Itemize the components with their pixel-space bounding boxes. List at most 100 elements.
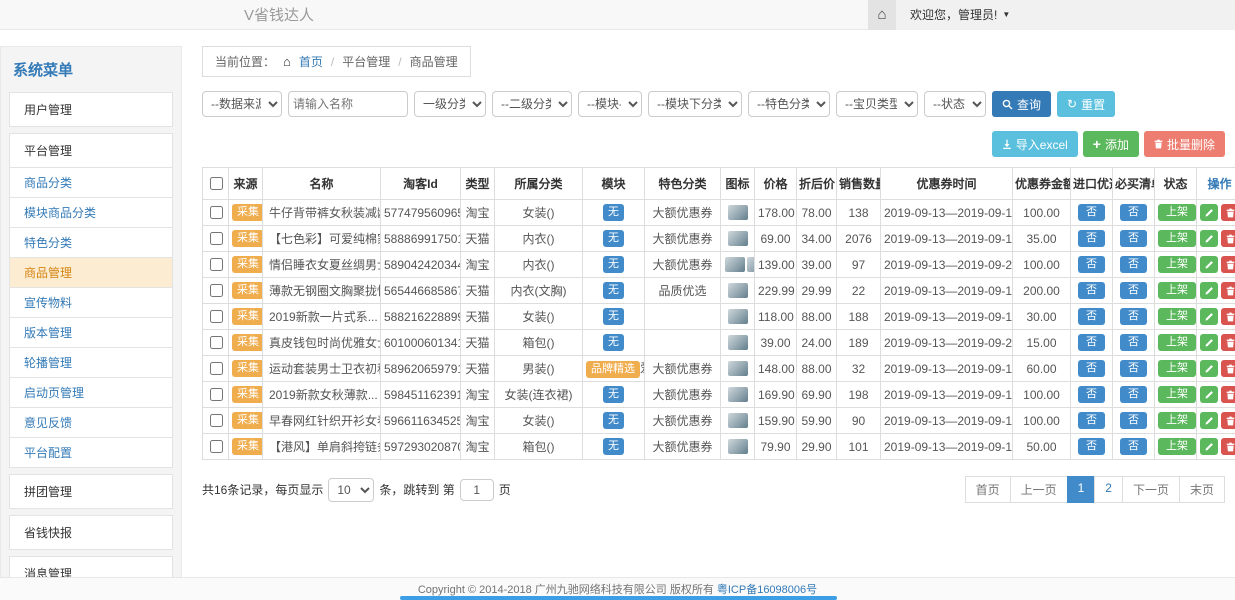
edit-button[interactable] (1200, 412, 1218, 429)
delete-button[interactable] (1221, 204, 1235, 221)
status-toggle[interactable]: 上架 (1158, 282, 1196, 299)
sidebar-item[interactable]: 轮播管理 (9, 348, 173, 378)
icp-link[interactable]: 粤ICP备16098006号 (717, 581, 817, 597)
must-buy-toggle[interactable]: 否 (1120, 334, 1147, 351)
delete-button[interactable] (1221, 386, 1235, 403)
row-checkbox[interactable] (210, 232, 223, 245)
page-button[interactable]: 上一页 (1010, 476, 1068, 503)
filter-select[interactable]: --数据来源-- (202, 91, 282, 117)
sidebar-item[interactable]: 拼团管理 (9, 474, 173, 509)
reset-button[interactable]: ↻ 重置 (1057, 91, 1115, 117)
sidebar-item[interactable]: 宣传物料 (9, 288, 173, 318)
delete-button[interactable] (1221, 438, 1235, 455)
status-toggle[interactable]: 上架 (1158, 360, 1196, 377)
row-checkbox[interactable] (210, 310, 223, 323)
filter-select[interactable]: --二级分类-- (492, 91, 572, 117)
row-checkbox[interactable] (210, 362, 223, 375)
must-buy-toggle[interactable]: 否 (1120, 256, 1147, 273)
page-button[interactable]: 1 (1067, 476, 1096, 503)
row-checkbox[interactable] (210, 284, 223, 297)
horizontal-scrollbar-thumb[interactable] (400, 596, 837, 600)
status-toggle[interactable]: 上架 (1158, 386, 1196, 403)
import-toggle[interactable]: 否 (1078, 256, 1105, 273)
sidebar-item[interactable]: 版本管理 (9, 318, 173, 348)
status-toggle[interactable]: 上架 (1158, 412, 1196, 429)
sidebar-item[interactable]: 商品管理 (9, 258, 173, 288)
edit-button[interactable] (1200, 438, 1218, 455)
page-button[interactable]: 下一页 (1122, 476, 1180, 503)
sidebar-item[interactable]: 意见反馈 (9, 408, 173, 438)
edit-button[interactable] (1200, 204, 1218, 221)
row-checkbox[interactable] (210, 440, 223, 453)
user-menu[interactable]: 欢迎您，管理员! ▼ (910, 6, 1010, 23)
delete-button[interactable] (1221, 256, 1235, 273)
status-toggle[interactable]: 上架 (1158, 334, 1196, 351)
search-button[interactable]: 查询 (992, 91, 1051, 117)
filter-select[interactable]: --宝贝类型-- (836, 91, 918, 117)
import-toggle[interactable]: 否 (1078, 334, 1105, 351)
status-toggle[interactable]: 上架 (1158, 230, 1196, 247)
delete-button[interactable] (1221, 360, 1235, 377)
sidebar-item[interactable]: 特色分类 (9, 228, 173, 258)
filter-select[interactable]: --模块下分类-- (648, 91, 742, 117)
import-toggle[interactable]: 否 (1078, 230, 1105, 247)
name-search-input[interactable] (288, 91, 408, 117)
filter-select[interactable]: --状态-- (924, 91, 986, 117)
row-checkbox[interactable] (210, 388, 223, 401)
sidebar-item[interactable]: 平台管理 (9, 133, 173, 168)
edit-button[interactable] (1200, 334, 1218, 351)
delete-button[interactable] (1221, 230, 1235, 247)
row-checkbox[interactable] (210, 336, 223, 349)
breadcrumb-home-link[interactable]: 首页 (299, 53, 323, 70)
sidebar-item[interactable]: 省钱快报 (9, 515, 173, 550)
import-toggle[interactable]: 否 (1078, 412, 1105, 429)
edit-button[interactable] (1200, 386, 1218, 403)
import-toggle[interactable]: 否 (1078, 308, 1105, 325)
must-buy-toggle[interactable]: 否 (1120, 360, 1147, 377)
import-toggle[interactable]: 否 (1078, 360, 1105, 377)
must-buy-toggle[interactable]: 否 (1120, 412, 1147, 429)
import-toggle[interactable]: 否 (1078, 386, 1105, 403)
delete-button[interactable] (1221, 308, 1235, 325)
must-buy-toggle[interactable]: 否 (1120, 204, 1147, 221)
batch-delete-button[interactable]: 批量删除 (1144, 131, 1225, 157)
edit-button[interactable] (1200, 256, 1218, 273)
edit-button[interactable] (1200, 230, 1218, 247)
must-buy-toggle[interactable]: 否 (1120, 386, 1147, 403)
import-toggle[interactable]: 否 (1078, 204, 1105, 221)
row-checkbox[interactable] (210, 414, 223, 427)
sidebar-item[interactable]: 平台配置 (9, 438, 173, 468)
filter-select[interactable]: 一级分类 (414, 91, 486, 117)
row-checkbox[interactable] (210, 206, 223, 219)
delete-button[interactable] (1221, 282, 1235, 299)
must-buy-toggle[interactable]: 否 (1120, 282, 1147, 299)
status-toggle[interactable]: 上架 (1158, 204, 1196, 221)
must-buy-toggle[interactable]: 否 (1120, 438, 1147, 455)
home-button[interactable]: ⌂ (868, 0, 896, 30)
import-toggle[interactable]: 否 (1078, 438, 1105, 455)
select-all-checkbox[interactable] (210, 177, 223, 190)
page-button[interactable]: 2 (1094, 476, 1123, 503)
sidebar-item[interactable]: 商品分类 (9, 168, 173, 198)
edit-button[interactable] (1200, 282, 1218, 299)
status-toggle[interactable]: 上架 (1158, 308, 1196, 325)
edit-button[interactable] (1200, 360, 1218, 377)
must-buy-toggle[interactable]: 否 (1120, 308, 1147, 325)
delete-button[interactable] (1221, 334, 1235, 351)
must-buy-toggle[interactable]: 否 (1120, 230, 1147, 247)
page-button[interactable]: 末页 (1179, 476, 1225, 503)
page-size-select[interactable]: 10 (328, 478, 374, 502)
add-button[interactable]: + 添加 (1083, 131, 1139, 157)
filter-select[interactable]: --模块-- (578, 91, 642, 117)
import-excel-button[interactable]: 导入excel (992, 131, 1078, 157)
status-toggle[interactable]: 上架 (1158, 256, 1196, 273)
status-toggle[interactable]: 上架 (1158, 438, 1196, 455)
delete-button[interactable] (1221, 412, 1235, 429)
edit-button[interactable] (1200, 308, 1218, 325)
page-button[interactable]: 首页 (965, 476, 1011, 503)
sidebar-item[interactable]: 用户管理 (9, 92, 173, 127)
sidebar-item[interactable]: 启动页管理 (9, 378, 173, 408)
page-number-input[interactable] (460, 479, 494, 501)
sidebar-item[interactable]: 模块商品分类 (9, 198, 173, 228)
row-checkbox[interactable] (210, 258, 223, 271)
